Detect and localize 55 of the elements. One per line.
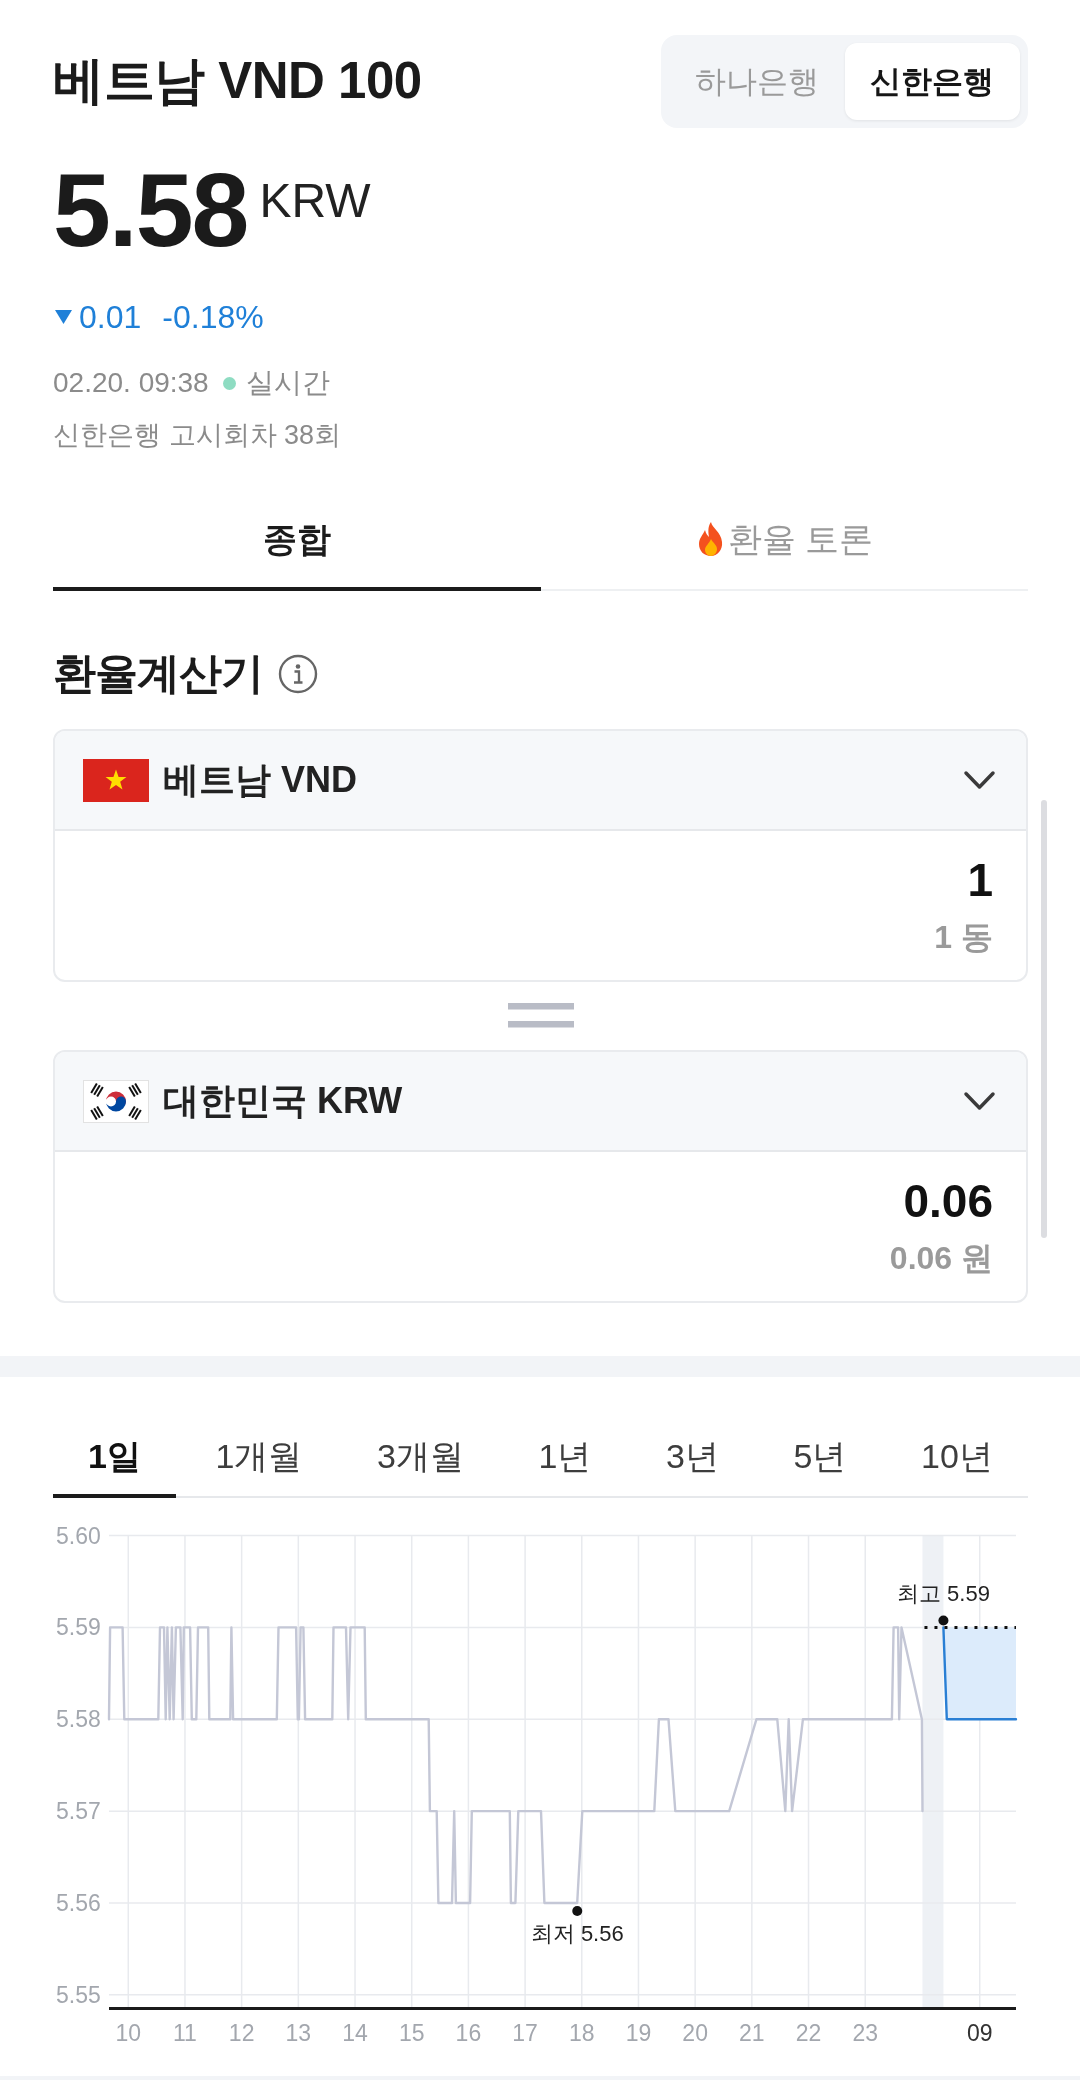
period-tab[interactable]: 1일 — [53, 1404, 176, 1498]
x-axis-label: 14 — [342, 2020, 368, 2046]
change-amount: 0.01 — [79, 298, 142, 336]
x-axis-label: 18 — [569, 2020, 595, 2046]
x-axis-label: 09 — [966, 2020, 993, 2046]
amount-field[interactable]: 0.06 — [88, 1176, 993, 1226]
currency-unit: KRW — [259, 177, 371, 225]
notice-round-text: 신한은행 고시회차 38회 — [53, 419, 342, 452]
period-tab[interactable]: 3년 — [631, 1404, 754, 1498]
info-icon[interactable] — [278, 654, 318, 694]
section-tab[interactable]: 종합 — [53, 497, 541, 591]
y-axis-label: 5.58 — [56, 1706, 101, 1733]
page-title: 베트남 VND 100 — [53, 51, 422, 111]
bank-tab[interactable]: 신한은행 — [844, 43, 1020, 120]
x-axis-label: 20 — [682, 2020, 708, 2046]
period-tab[interactable]: 10년 — [886, 1404, 1028, 1498]
period-tab[interactable]: 5년 — [758, 1404, 882, 1498]
amount-in-words: 1 동 — [934, 918, 993, 957]
high-point-icon — [938, 1615, 949, 1626]
price-value: 5.58 — [53, 158, 248, 262]
x-axis-label: 15 — [398, 2020, 425, 2046]
x-axis-label: 17 — [512, 2020, 538, 2046]
y-axis-label: 5.60 — [56, 1522, 101, 1549]
y-axis-label: 5.59 — [56, 1614, 101, 1641]
amount-in-words: 0.06 원 — [889, 1239, 993, 1278]
chevron-down-icon — [963, 769, 996, 791]
y-axis-label: 5.57 — [56, 1798, 101, 1825]
timestamp: 02.20. 09:38 — [53, 367, 209, 399]
x-axis-label: 16 — [455, 2020, 482, 2046]
x-axis-label: 11 — [173, 2020, 197, 2046]
chevron-down-icon — [963, 1090, 996, 1112]
x-axis-label: 19 — [625, 2020, 652, 2046]
x-axis-label: 21 — [739, 2020, 765, 2046]
x-axis-label: 13 — [285, 2020, 312, 2046]
high-label: 최고 5.59 — [896, 1580, 990, 1606]
period-tab[interactable]: 3개월 — [342, 1404, 499, 1498]
low-label: 최저 5.56 — [530, 1921, 624, 1947]
x-axis-label: 10 — [115, 2020, 142, 2046]
calculator-title: 환율계산기 — [53, 648, 263, 699]
period-tab[interactable]: 1개월 — [180, 1404, 338, 1498]
equals-icon — [507, 1003, 574, 1028]
x-axis-label: 12 — [228, 2020, 255, 2046]
vietnam-flag-icon — [83, 758, 149, 802]
period-tab[interactable]: 1년 — [503, 1404, 627, 1498]
low-point-icon — [572, 1906, 583, 1916]
x-axis-label: 22 — [795, 2020, 822, 2046]
change-percent: -0.18% — [162, 298, 264, 336]
currency-select[interactable]: 대한민국 KRW — [55, 1052, 1026, 1152]
live-label: 실시간 — [245, 366, 330, 400]
y-axis-label: 5.55 — [56, 1981, 101, 2008]
y-axis-label: 5.56 — [56, 1890, 101, 1916]
x-axis-label: 23 — [852, 2020, 878, 2046]
currency-select[interactable]: 베트남 VND — [55, 731, 1026, 831]
korea-flag-icon — [83, 1079, 149, 1123]
amount-field[interactable]: 1 — [88, 855, 993, 905]
